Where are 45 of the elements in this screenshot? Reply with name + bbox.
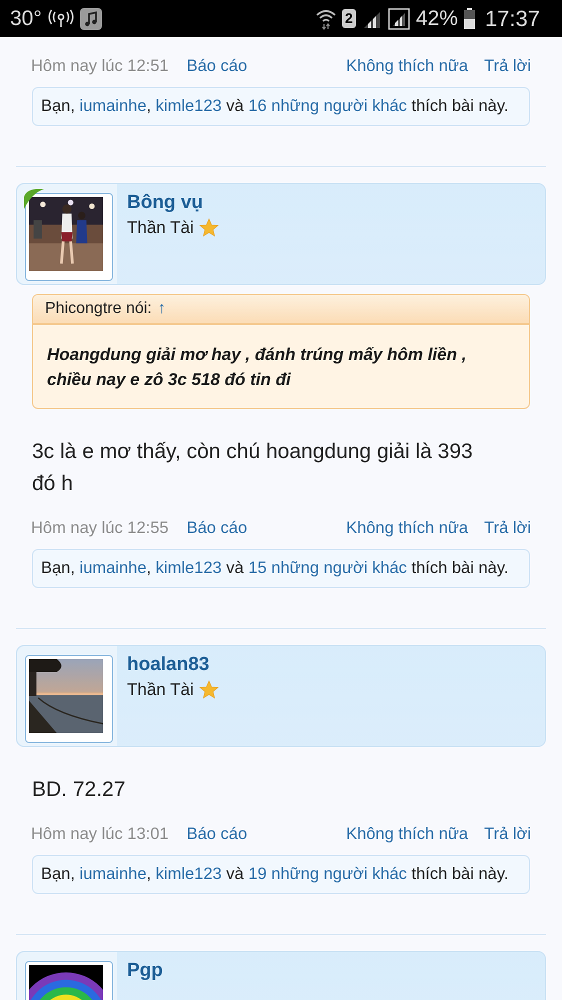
reply-link[interactable]: Trả lời [484, 518, 531, 538]
music-app-icon[interactable] [80, 8, 102, 30]
user-link[interactable]: 16 những người khác [248, 97, 407, 115]
unlike-link[interactable]: Không thích nữa [346, 824, 468, 844]
user-title: Thần Tài [127, 680, 194, 700]
quote-author: Phicongtre nói: [45, 300, 152, 318]
user-link[interactable]: iumainhe [80, 97, 146, 115]
user-link[interactable]: 19 những người khác [248, 865, 407, 883]
user-link[interactable]: kimle123 [156, 865, 222, 883]
username-link[interactable]: Bông vụ [127, 192, 219, 214]
post-time: Hôm nay lúc 12:51 [31, 56, 169, 76]
unlike-link[interactable]: Không thích nữa [346, 56, 468, 76]
post-time: Hôm nay lúc 12:55 [31, 518, 169, 538]
post-time: Hôm nay lúc 13:01 [31, 824, 169, 844]
likes-text: Bạn, iumainhe, kimle123 và 15 những người khác thích bài này. [41, 559, 508, 577]
jump-to-quote-link[interactable]: ↑ [158, 300, 166, 318]
post-text: 3c là e mơ thấy, còn chú hoangdung giải là 393 đó h [31, 439, 474, 497]
report-link[interactable]: Báo cáo [186, 518, 248, 538]
likes-text: Bạn, iumainhe, kimle123 và 19 những người khác thích bài này. [41, 865, 508, 883]
username-link[interactable]: Pgp [127, 960, 163, 982]
battery-percent: 42% [416, 6, 458, 30]
star-icon [198, 218, 219, 238]
battery-icon [464, 8, 475, 29]
unlike-link[interactable]: Không thích nữa [346, 518, 468, 538]
user-link[interactable]: kimle123 [156, 559, 222, 577]
wifi-icon [316, 8, 336, 30]
user-link[interactable]: 15 những người khác [248, 559, 407, 577]
sim-badge: 2 [342, 9, 356, 28]
username-link[interactable]: hoalan83 [127, 654, 219, 676]
temperature-text: 30° [10, 6, 42, 30]
reply-link[interactable]: Trả lời [484, 824, 531, 844]
star-icon [198, 680, 219, 700]
user-title: Thần Tài [127, 218, 194, 238]
likes-text: Bạn, iumainhe, kimle123 và 16 những người khác thích bài này. [41, 97, 508, 115]
report-link[interactable]: Báo cáo [186, 824, 248, 844]
user-link[interactable]: iumainhe [80, 865, 146, 883]
report-link[interactable]: Báo cáo [186, 56, 248, 76]
quote-text: Hoangdung giải mơ hay , đánh trúng mấy hôm liền , chiều nay e zô 3c 518 đó tin đi [46, 344, 468, 391]
reply-link[interactable]: Trả lời [484, 56, 531, 76]
broadcast-icon [48, 8, 74, 28]
clock: 17:37 [484, 6, 540, 32]
post-text: BD. 72.27 [31, 777, 126, 803]
user-link[interactable]: kimle123 [156, 97, 222, 115]
user-link[interactable]: iumainhe [80, 559, 146, 577]
signal-icon [388, 8, 410, 30]
